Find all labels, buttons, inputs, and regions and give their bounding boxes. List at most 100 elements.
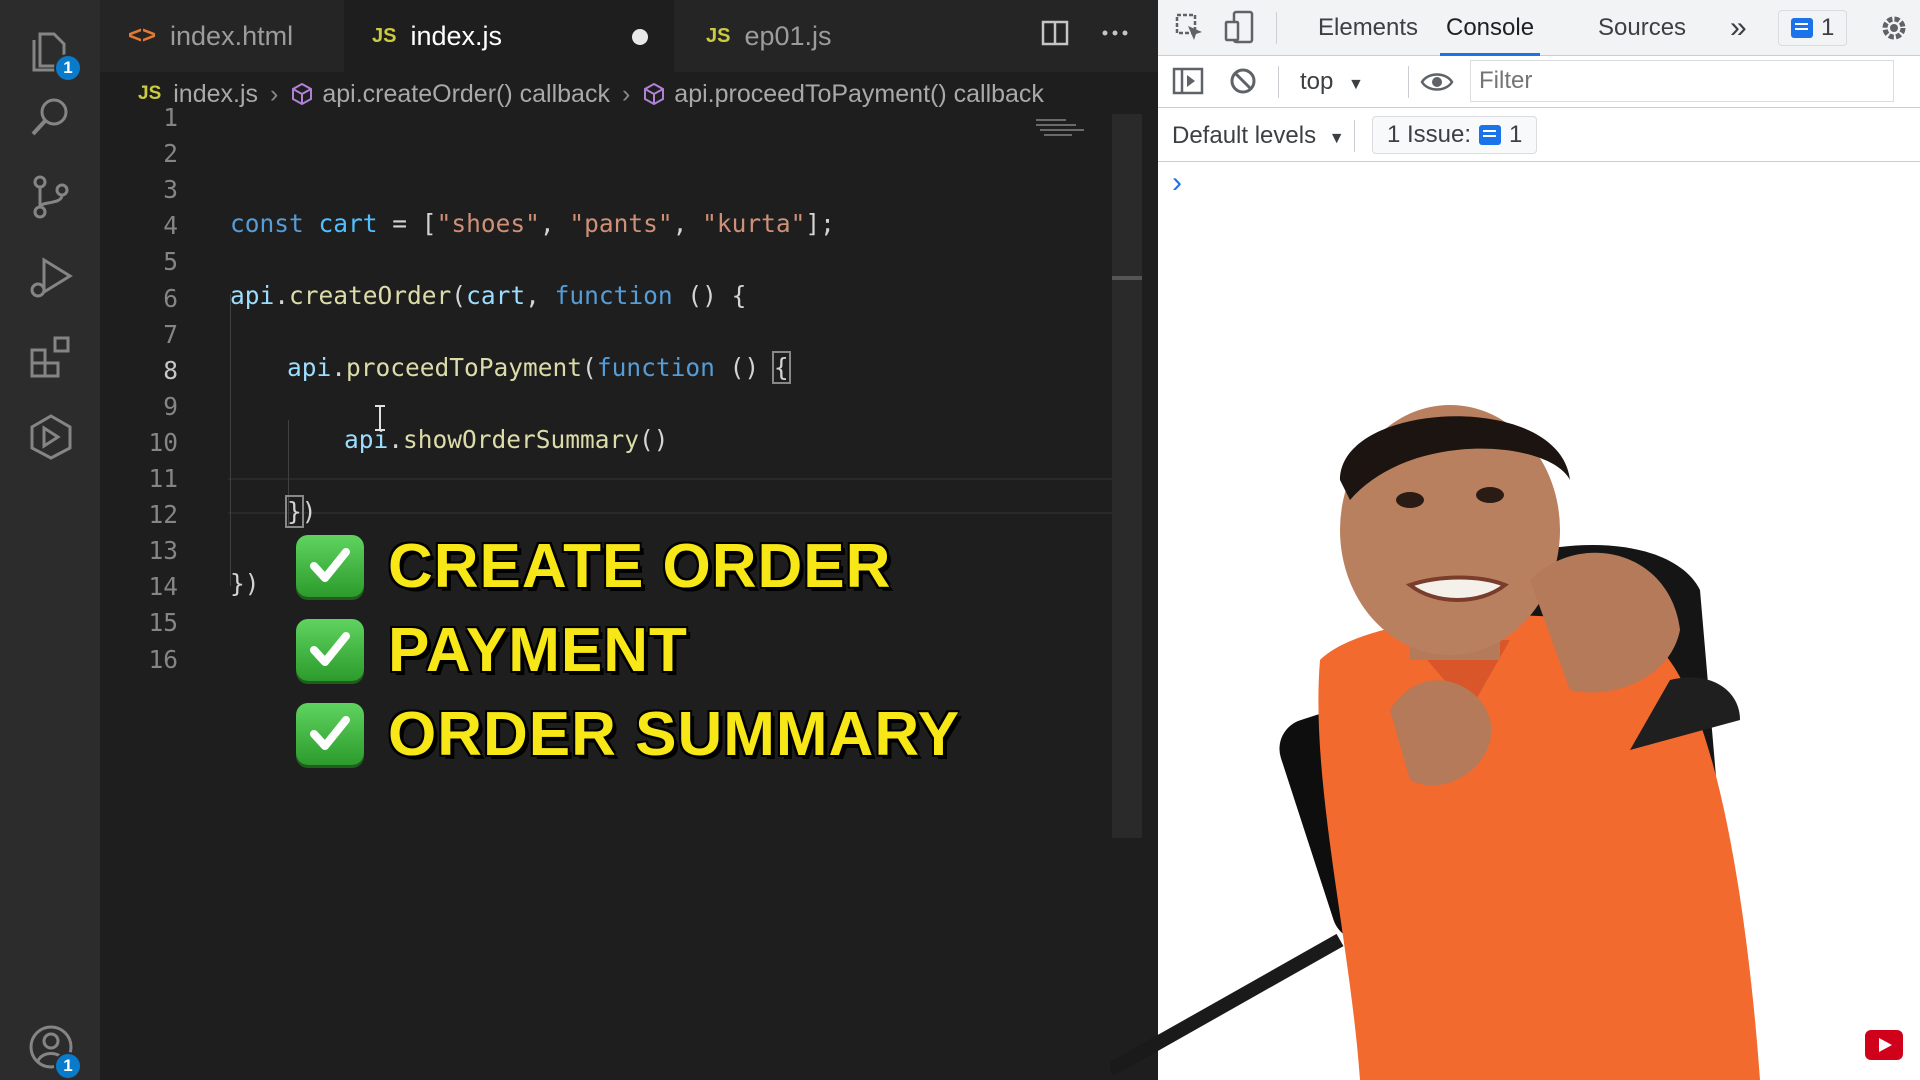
code-token: , — [525, 281, 555, 310]
code-token: , — [539, 209, 570, 238]
explorer-badge: 1 — [54, 54, 82, 82]
dropdown-arrow-icon: ▼ — [1348, 76, 1364, 93]
console-prompt[interactable]: › — [1172, 166, 1182, 200]
code-token: ]; — [805, 209, 835, 238]
inspect-element-icon[interactable] — [1174, 12, 1206, 49]
code-token: showOrderSummary — [403, 425, 640, 454]
code-token: "pants" — [569, 209, 673, 238]
html-file-icon: <> — [128, 22, 157, 49]
code-token: cart — [318, 209, 378, 238]
line-number-label: 16 — [148, 644, 178, 674]
code-line[interactable]: const cart = ["shoes", "pants", "kurta"]… — [100, 206, 1110, 242]
code-token: () — [714, 353, 774, 382]
clear-console-icon[interactable] — [1228, 66, 1258, 101]
checklist-item: ORDER SUMMARY — [296, 692, 960, 776]
checklist-label: ORDER SUMMARY — [388, 699, 961, 769]
tab-sources[interactable]: Sources — [1598, 0, 1686, 56]
code-token: . — [274, 281, 290, 310]
search-icon[interactable] — [24, 90, 78, 144]
extensions-icon[interactable] — [24, 330, 78, 384]
editor-tab-bar: <> index.html JS index.js JS ep01.js — [100, 0, 1158, 72]
code-token: cart — [466, 281, 526, 310]
code-token: ( — [451, 281, 467, 310]
toolbar-divider — [1276, 12, 1277, 44]
tab-index-js[interactable]: JS index.js — [344, 0, 674, 72]
tab-console[interactable]: Console — [1440, 0, 1541, 56]
devtools-tab-bar: Elements Console Sources » 1 — [1158, 0, 1920, 56]
line-number-label: 9 — [163, 391, 178, 421]
line-number-label: 7 — [163, 319, 178, 349]
tab-ep01-js[interactable]: JS ep01.js — [678, 0, 914, 72]
run-debug-icon[interactable] — [24, 250, 78, 304]
split-editor-icon[interactable] — [1040, 18, 1070, 48]
code-token: = [ — [377, 209, 437, 238]
code-token: . — [388, 425, 404, 454]
toolbar-divider — [1278, 66, 1279, 98]
explorer-icon[interactable]: 1 — [24, 22, 82, 82]
more-actions-icon[interactable] — [1100, 18, 1130, 48]
device-toolbar-icon[interactable] — [1224, 10, 1256, 49]
log-levels-dropdown[interactable]: Default levels ▼ — [1172, 122, 1345, 150]
accounts-icon[interactable]: 1 — [24, 1020, 82, 1080]
console-toolbar: top ▼ — [1158, 56, 1920, 108]
code-line[interactable]: api.proceedToPayment(function () { — [100, 350, 1110, 386]
tab-label: index.html — [170, 20, 294, 51]
line-number-label: 3 — [163, 175, 178, 205]
tab-index-html[interactable]: <> index.html — [100, 0, 340, 72]
code-token: ) — [301, 497, 317, 526]
settings-gear-icon[interactable] — [1876, 10, 1912, 51]
line-number: 7 — [100, 317, 1110, 353]
issues-button[interactable]: 1 Issue: 1 — [1372, 116, 1538, 154]
source-control-icon[interactable] — [24, 170, 78, 224]
editor-actions — [1040, 18, 1130, 48]
line-number-label: 1 — [163, 103, 178, 132]
code-line[interactable]: api.createOrder(cart, function () { — [100, 278, 1110, 314]
more-tabs-button[interactable]: » — [1730, 0, 1747, 56]
live-expression-eye-icon[interactable] — [1420, 68, 1454, 101]
line-number: 1 — [100, 100, 1110, 136]
check-mark-icon — [296, 703, 364, 765]
line-number-label: 13 — [148, 536, 178, 566]
show-sidebar-icon[interactable] — [1172, 66, 1204, 101]
console-levels-bar: Default levels ▼ 1 Issue: 1 — [1158, 108, 1920, 162]
tab-label: index.js — [410, 20, 503, 51]
line-number: 2 — [100, 136, 1110, 172]
issues-count: 1 — [1509, 121, 1523, 148]
tab-label: ep01.js — [744, 20, 832, 51]
line-number-label: 11 — [148, 464, 178, 493]
vscode-window: 1 1 <> index.html JS index.js JS ep01.js… — [0, 0, 1158, 1080]
context-label: top — [1300, 68, 1334, 95]
code-token: () { — [672, 281, 747, 310]
scrollbar-thumb[interactable] — [1112, 276, 1142, 280]
remote-explorer-icon[interactable] — [24, 410, 78, 464]
unsaved-dot-icon[interactable] — [632, 29, 648, 45]
check-mark-icon — [296, 535, 364, 597]
minimap[interactable] — [1036, 116, 1110, 146]
context-selector[interactable]: top ▼ — [1300, 68, 1364, 96]
accounts-badge: 1 — [54, 1052, 82, 1080]
tab-elements[interactable]: Elements — [1318, 0, 1418, 56]
line-number-label: 15 — [148, 608, 178, 638]
code-token: }) — [230, 569, 260, 598]
code-line[interactable]: api.showOrderSummary() — [100, 422, 1110, 458]
code-token: proceedToPayment — [346, 353, 583, 382]
checklist-item: CREATE ORDER — [296, 524, 960, 608]
presenter-video — [1110, 405, 1903, 1080]
code-token: api — [287, 353, 332, 382]
checklist-overlay: CREATE ORDER PAYMENT ORDER SUMMARY — [296, 524, 960, 776]
text-cursor-icon — [375, 405, 385, 431]
code-token: function — [554, 281, 673, 310]
code-token: ( — [582, 353, 597, 382]
matched-bracket: { — [771, 351, 791, 384]
console-filter-input[interactable] — [1470, 60, 1894, 102]
mic-arm — [1110, 933, 1344, 1077]
code-token: "kurta" — [702, 209, 806, 238]
messages-count: 1 — [1821, 14, 1835, 41]
code-token: () — [639, 425, 669, 454]
js-file-icon: JS — [706, 24, 731, 47]
code-token: const — [230, 209, 304, 238]
code-token: createOrder — [289, 281, 452, 310]
messages-badge-button[interactable]: 1 — [1778, 10, 1848, 46]
checklist-item: PAYMENT — [296, 608, 960, 692]
